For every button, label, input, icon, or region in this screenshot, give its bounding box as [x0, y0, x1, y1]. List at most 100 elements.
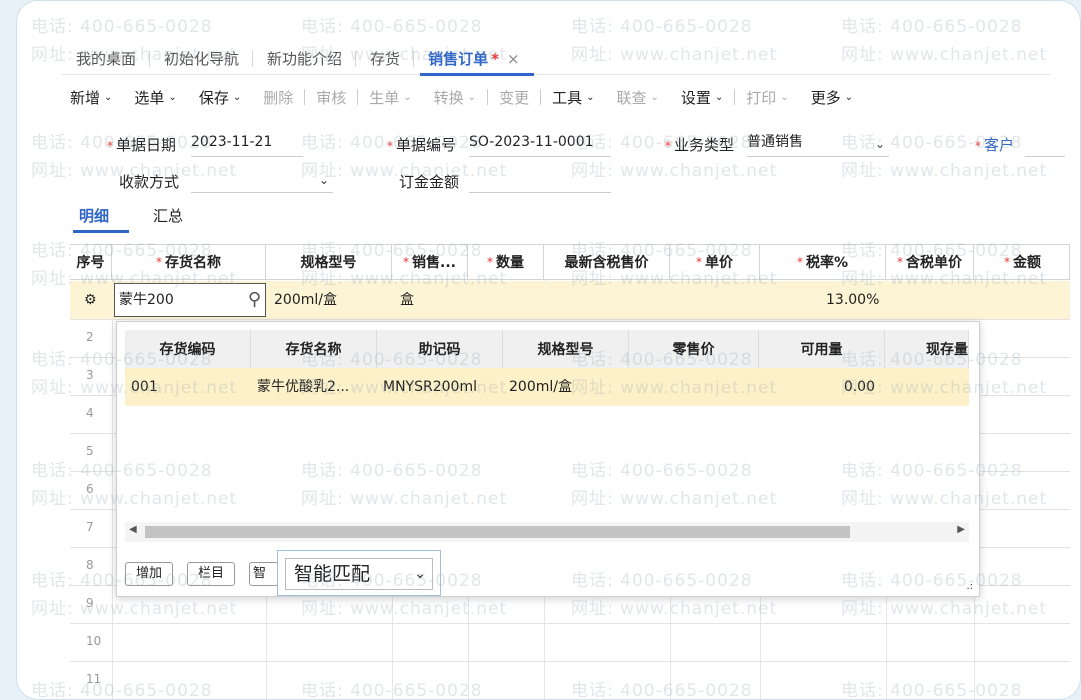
watermark-site: 网址: www.chanjet.net [31, 599, 238, 619]
chevron-down-icon: ⌄ [650, 91, 659, 103]
col-header-unit-price[interactable]: * 单价 [670, 244, 760, 280]
col-header-spec[interactable]: 规格型号 [266, 244, 392, 280]
popup-col-name[interactable]: 存货名称 [251, 330, 377, 368]
row-number: 10 [86, 634, 102, 648]
delete-button[interactable]: 删除 [252, 87, 304, 108]
convert-button[interactable]: 转换 ⌄ [423, 87, 487, 108]
query-button[interactable]: 联查 ⌄ [605, 87, 669, 108]
button-label: 生单 [369, 88, 400, 107]
watermark-phone: 电话: 400-665-0028 [571, 17, 753, 37]
tab-label: 初始化导航 [164, 49, 240, 68]
row-number: 5 [86, 444, 94, 458]
popup-cell-spec: 200ml/盒 [509, 379, 572, 395]
col-header-quantity[interactable]: * 数量 [468, 244, 544, 280]
popup-cell-name: 蒙牛优酸乳2... [257, 379, 350, 395]
chevron-down-icon: ⌄ [318, 173, 329, 187]
button-label: 打印 [746, 88, 777, 107]
popup-col-spec[interactable]: 规格型号 [503, 330, 629, 368]
settings-button[interactable]: 设置 ⌄ [670, 87, 734, 108]
tab-sales-order[interactable]: 销售订单 * × [414, 43, 534, 76]
popup-col-mnemonic[interactable]: 助记码 [377, 330, 503, 368]
payment-method-label: 收款方式 [119, 173, 180, 191]
new-button[interactable]: 新增 ⌄ [59, 87, 123, 108]
search-icon[interactable]: ⚲ [248, 284, 261, 316]
date-field[interactable]: 2023-11-21 [191, 129, 303, 157]
smart-match-value[interactable]: 智能匹配 ⌄ [285, 558, 433, 590]
popup-col-available[interactable]: 可用量 [759, 330, 885, 368]
popup-list-item[interactable]: 001 蒙牛优酸乳2... MNYSR200ml 200ml/盒 0.00 [125, 368, 969, 406]
tab-label: 我的桌面 [76, 49, 137, 68]
button-label: 新增 [70, 88, 101, 107]
print-button[interactable]: 打印 ⌄ [735, 87, 799, 108]
resize-handle-icon[interactable]: .: [966, 581, 973, 592]
bill-no-field[interactable]: SO-2023-11-0001 [469, 129, 611, 157]
tab-label: 存货 [370, 49, 401, 68]
col-header-sales-unit[interactable]: * 销售... [392, 244, 468, 280]
more-button[interactable]: 更多 ⌄ [800, 87, 864, 108]
subtab-detail[interactable]: 明细 [79, 205, 109, 226]
item-name-search-input[interactable]: 蒙牛200 ⚲ [114, 283, 266, 317]
popup-col-code[interactable]: 存货编码 [125, 330, 251, 368]
change-button[interactable]: 变更 [488, 87, 540, 108]
grid-row-line [70, 623, 1070, 624]
row-number: 8 [86, 558, 94, 572]
subtab-summary[interactable]: 汇总 [153, 205, 183, 226]
toolbar: 新增 ⌄ 选单 ⌄ 保存 ⌄ 删除 审核 生单 ⌄ 转换 ⌄ 变更 工具 ⌄ 联查 ⌄ 设置 ⌄… [59, 81, 864, 113]
chevron-down-icon: ⌄ [467, 91, 477, 103]
smart-button[interactable]: 智能 [249, 562, 279, 586]
tab-new-features[interactable]: 新功能介绍 [253, 43, 357, 75]
watermark-site: 网址: www.chanjet.net [571, 599, 778, 619]
business-type-select[interactable]: 普通销售 ⌄ [747, 129, 889, 157]
date-label: * 单据日期 [107, 136, 177, 154]
popup-col-onhand[interactable]: 现存量 [885, 330, 969, 368]
watermark-phone: 电话: 400-665-0028 [301, 17, 483, 37]
bill-no-label: * 单据编号 [387, 136, 457, 154]
customer-field[interactable] [1025, 129, 1065, 157]
button-label: 审核 [316, 88, 347, 107]
col-header-latest-price[interactable]: 最新含税售价 [544, 244, 670, 280]
grid-col-line [112, 280, 113, 699]
table-row[interactable]: ⚙ 蒙牛200 ⚲ 200ml/盒 盒 13.00% [70, 281, 1070, 319]
watermark-site: 网址: www.chanjet.net [841, 161, 1048, 181]
scroll-left-icon[interactable]: ◀ [129, 524, 137, 535]
audit-button[interactable]: 审核 [305, 87, 357, 108]
button-label: 工具 [552, 88, 583, 107]
cell-spec[interactable]: 200ml/盒 [274, 281, 337, 319]
tab-init-guide[interactable]: 初始化导航 [150, 43, 254, 75]
add-button[interactable]: 增加 [125, 562, 174, 586]
chevron-down-icon: ⌄ [714, 91, 724, 103]
button-label: 转换 [433, 88, 464, 107]
tools-button[interactable]: 工具 ⌄ [541, 87, 605, 108]
chevron-down-icon: ⌄ [168, 91, 177, 103]
col-header-amount[interactable]: * 金额 [974, 244, 1070, 280]
cell-unit[interactable]: 盒 [400, 281, 414, 319]
col-header-item-name[interactable]: * 存货名称 [112, 244, 266, 280]
horizontal-scrollbar[interactable]: ◀ ▶ [125, 522, 969, 542]
generate-bill-button[interactable]: 生单 ⌄ [358, 87, 422, 108]
grid-row-line [70, 661, 1070, 662]
business-type-label: * 业务类型 [665, 136, 735, 154]
tab-my-desktop[interactable]: 我的桌面 [62, 43, 151, 75]
payment-method-select[interactable]: ⌄ [191, 165, 333, 193]
scroll-right-icon[interactable]: ▶ [957, 524, 965, 535]
smart-match-select[interactable]: 智能匹配 ⌄ [277, 550, 441, 596]
chevron-down-icon: ⌄ [780, 91, 789, 103]
select-bill-button[interactable]: 选单 ⌄ [123, 87, 187, 108]
deposit-amount-label: 订金金额 [399, 173, 460, 191]
button-label: 选单 [134, 88, 165, 107]
chevron-down-icon: ⌄ [403, 91, 412, 103]
popup-col-retail-price[interactable]: 零售价 [629, 330, 759, 368]
item-reference-popup: 存货编码 存货名称 助记码 规格型号 零售价 可用量 现存量 001 蒙牛优酸乳… [116, 321, 980, 597]
close-icon[interactable]: × [507, 50, 520, 68]
gear-icon[interactable]: ⚙ [84, 281, 97, 319]
cell-tax-rate[interactable]: 13.00% [826, 281, 879, 319]
scrollbar-thumb[interactable] [145, 526, 850, 538]
tab-inventory[interactable]: 存货 [356, 43, 415, 75]
chevron-down-icon: ⌄ [414, 566, 426, 582]
columns-button[interactable]: 栏目 [187, 562, 236, 586]
save-button[interactable]: 保存 ⌄ [188, 87, 252, 108]
col-header-tax-unit-price[interactable]: * 含税单价 [886, 244, 974, 280]
col-header-tax-rate[interactable]: * 税率% [760, 244, 886, 280]
deposit-amount-field[interactable] [469, 165, 611, 193]
customer-label[interactable]: * 客户 [975, 134, 1014, 155]
